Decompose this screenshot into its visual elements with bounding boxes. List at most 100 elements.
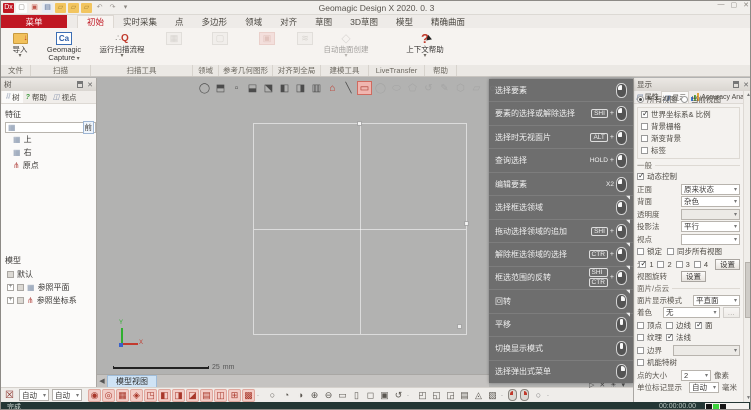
tab-scroll-left-icon[interactable]: ◀ <box>97 375 107 387</box>
quick-access-caret-icon[interactable]: ▾ <box>120 3 131 13</box>
geomagic-capture-button[interactable]: Ca Geomagic Capture ▾ <box>37 29 91 65</box>
tree-item-ref-planes[interactable]: +▦参照平面 <box>5 281 96 294</box>
mouse-right-chip-icon[interactable] <box>520 389 529 401</box>
light-2-checkbox[interactable] <box>657 261 664 268</box>
zoom-in-icon[interactable]: ⊕ <box>308 389 321 402</box>
view-box-icon[interactable]: ⬓ <box>245 81 260 95</box>
boundary-checkbox[interactable] <box>637 347 644 354</box>
scroll-up-icon[interactable]: ▲ <box>745 92 751 98</box>
select-mesh-mode-icon[interactable]: ▦ <box>116 389 129 402</box>
panel-scrollbar[interactable]: ▲ ▼ <box>743 91 751 402</box>
tab-align[interactable]: 对齐 <box>271 15 306 28</box>
open-project-icon[interactable]: ▣ <box>29 3 40 13</box>
minimize-button[interactable]: — <box>718 1 725 9</box>
circle-select-icon[interactable]: ◯ <box>373 81 388 95</box>
mouse-left-chip-icon[interactable] <box>508 389 517 401</box>
corner-br-icon[interactable]: ◲ <box>444 389 457 402</box>
rotate-view-icon[interactable]: ↺ <box>392 389 405 402</box>
view-solid-icon[interactable]: ▣ <box>378 389 391 402</box>
auto-mode-combo-2[interactable]: 自动▾ <box>52 389 82 401</box>
unit-select[interactable]: 自动▾ <box>689 382 719 393</box>
point-size-select[interactable]: 2▾ <box>681 370 711 381</box>
redo-icon[interactable]: ↷ <box>107 3 118 13</box>
panel-tab-viewpoint[interactable]: ◫视点 <box>50 91 80 103</box>
tree-item-right-plane[interactable]: ▦右 <box>5 146 96 159</box>
tree-item-front-plane[interactable]: ▦前 <box>5 122 96 133</box>
zoom-out-icon[interactable]: ⊖ <box>322 389 335 402</box>
zoom-half-icon[interactable]: ◑ <box>294 389 307 402</box>
projection-select[interactable]: 平行▾ <box>681 221 740 232</box>
ellipse-select-icon[interactable]: ⬭ <box>389 81 404 95</box>
lock-checkbox[interactable] <box>637 248 644 255</box>
select-split-mode-icon[interactable]: ◫ <box>214 389 227 402</box>
world-coord-checkbox[interactable] <box>641 111 648 118</box>
select-circle-mode-icon[interactable]: ◎ <box>102 389 115 402</box>
close-icon[interactable]: ✕ <box>743 81 749 89</box>
undo-icon[interactable]: ↶ <box>94 3 105 13</box>
extra-select-icon[interactable]: ◌ <box>485 81 500 95</box>
current-view-radio[interactable] <box>681 96 688 103</box>
front-face-select[interactable]: 原来状态▾ <box>681 184 740 195</box>
rect-select-icon[interactable]: ▭ <box>357 81 372 95</box>
dx-logo[interactable]: Dx <box>3 3 14 13</box>
select-shade-mode-icon[interactable]: ▩ <box>242 389 255 402</box>
run-scan-process-button[interactable]: ∴Q 运行扫描流程 ▾ <box>95 29 149 65</box>
feature-tree-checkbox[interactable] <box>637 359 644 366</box>
tab-sketch[interactable]: 草图 <box>306 15 341 28</box>
plane-front-icon[interactable]: ◧ <box>277 81 292 95</box>
zoom-circle-icon[interactable]: ○ <box>266 389 279 402</box>
select-corner-mode-icon[interactable]: ◳ <box>144 389 157 402</box>
scroll-thumb[interactable] <box>745 262 751 318</box>
corner-bl-icon[interactable]: ◱ <box>430 389 443 402</box>
plane-top-icon[interactable]: ◨ <box>293 81 308 95</box>
face-checkbox[interactable] <box>695 322 702 329</box>
menu-button[interactable]: 菜单 <box>1 15 67 28</box>
context-help-button[interactable]: ? 上下文帮助 ▾ <box>403 29 447 65</box>
select-rect-mode-icon[interactable]: ◉ <box>88 389 101 402</box>
view-rotate-settings-button[interactable]: 设置 <box>681 271 706 282</box>
grid-handle-corner[interactable] <box>457 324 462 329</box>
import-button[interactable]: 导入 ▾ <box>5 29 35 65</box>
checkbox-icon[interactable] <box>17 297 24 304</box>
pin-icon[interactable] <box>733 81 739 88</box>
sync-all-views-checkbox[interactable] <box>667 248 674 255</box>
triangle-dot-icon[interactable]: ◬ <box>472 389 485 402</box>
tree-item-ref-coordsys[interactable]: +⋔参照坐标系 <box>5 294 96 307</box>
all-views-radio[interactable] <box>637 96 644 103</box>
folder-icon[interactable]: ▱ <box>68 3 79 13</box>
select-corner2-mode-icon[interactable]: ◪ <box>186 389 199 402</box>
tab-3d-sketch[interactable]: 3D草图 <box>341 15 387 28</box>
dynamic-control-checkbox[interactable] <box>637 173 644 180</box>
fit-view-icon[interactable]: ▭ <box>336 389 349 402</box>
view-tall-icon[interactable]: ▯ <box>350 389 363 402</box>
tab-initial[interactable]: 初始 <box>77 15 114 28</box>
tree-item-origin[interactable]: ⋔原点 <box>5 159 96 172</box>
tree-item-default[interactable]: 默认 <box>5 268 96 281</box>
line-select-icon[interactable]: ╲ <box>341 81 356 95</box>
light-settings-button[interactable]: 设置 <box>715 259 740 270</box>
folder-icon[interactable]: ▱ <box>55 3 66 13</box>
shading-select[interactable]: 无▾ <box>663 307 720 318</box>
view-sphere-icon[interactable]: ◯ <box>197 81 212 95</box>
edge-checkbox[interactable] <box>666 322 673 329</box>
select-rows-mode-icon[interactable]: ▤ <box>200 389 213 402</box>
close-button[interactable]: ✕ <box>743 1 749 9</box>
new-document-icon[interactable]: ▢ <box>16 3 27 13</box>
view-cube-icon[interactable]: ⬒ <box>213 81 228 95</box>
viewport[interactable]: ◯⬒▫⬓⬔◧◨▥⌂╲▭◯⬭⬠↺✎⬡▱◌ YX 25 mm ◀ 模型视图 <box>97 78 489 387</box>
normal-checkbox[interactable] <box>666 334 673 341</box>
rotate-select-icon[interactable]: ↺ <box>421 81 436 95</box>
grid-handle-top[interactable] <box>357 121 362 126</box>
folder-icon[interactable]: ▱ <box>81 3 92 13</box>
tab-exact-surface[interactable]: 精确曲面 <box>422 15 474 28</box>
save-icon[interactable]: ▤ <box>42 3 53 13</box>
panel-tab-tree[interactable]: ⠿树 <box>2 91 23 103</box>
vertex-checkbox[interactable] <box>637 322 644 329</box>
close-icon[interactable]: ✕ <box>87 81 93 89</box>
record-circle-icon[interactable]: ○ <box>532 389 545 402</box>
corner-tl-icon[interactable]: ◰ <box>416 389 429 402</box>
back-face-select[interactable]: 杂色▾ <box>681 196 740 207</box>
expand-icon[interactable]: + <box>7 297 14 304</box>
model-view-tab[interactable]: 模型视图 <box>107 375 157 387</box>
labels-checkbox[interactable] <box>641 147 648 154</box>
